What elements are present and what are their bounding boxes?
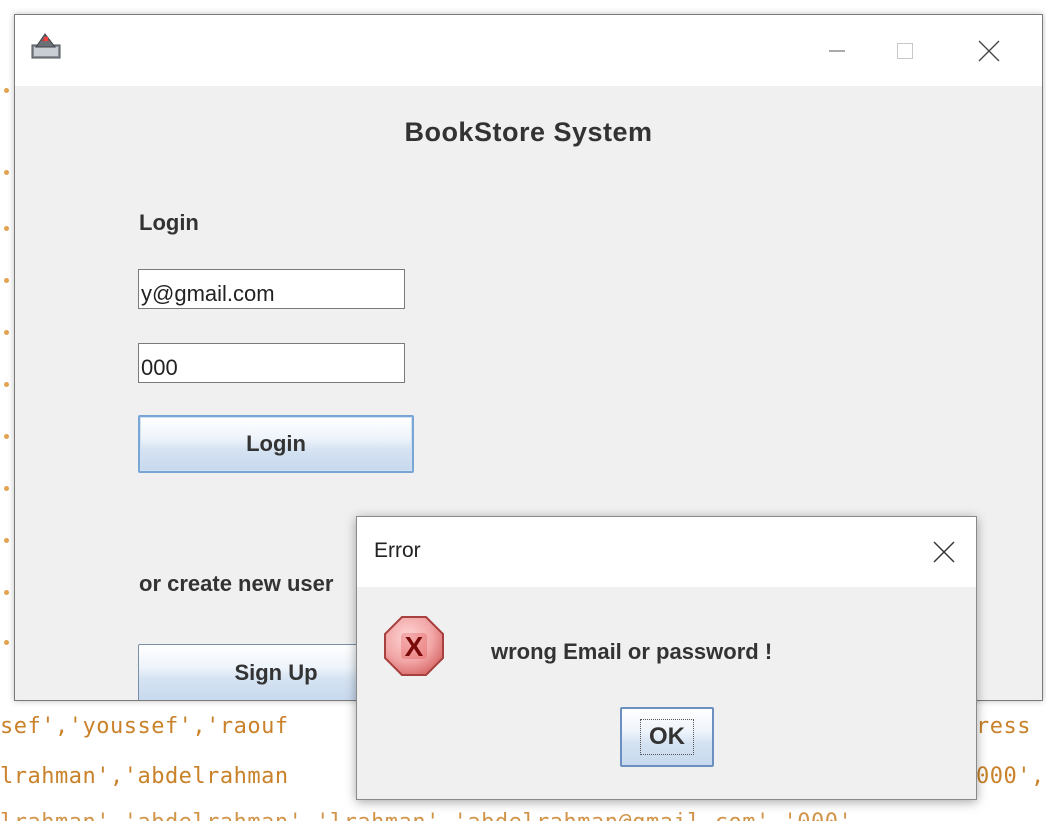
gutter-marker xyxy=(4,382,9,387)
maximize-icon xyxy=(897,42,913,59)
minimize-button[interactable] xyxy=(805,15,869,86)
email-field[interactable] xyxy=(138,269,405,309)
ok-button[interactable]: OK xyxy=(620,707,714,767)
code-line-fragment: ress xyxy=(976,714,1031,739)
dialog-title-bar: Error xyxy=(357,517,976,587)
create-user-label: or create new user xyxy=(139,571,334,596)
close-icon xyxy=(933,541,955,563)
java-app-icon xyxy=(31,33,61,59)
gutter-marker xyxy=(4,226,9,231)
gutter-marker xyxy=(4,590,9,595)
close-icon xyxy=(978,40,1000,61)
code-line: lrahman','abdelrahman','lrahman','abdelr… xyxy=(0,810,852,821)
close-button[interactable] xyxy=(957,15,1021,86)
code-line-fragment: 000', xyxy=(976,764,1045,789)
gutter-marker xyxy=(4,330,9,335)
gutter-marker xyxy=(4,434,9,439)
code-line: sef','youssef','raouf xyxy=(0,714,289,739)
login-button[interactable]: Login xyxy=(138,415,414,473)
ok-button-label: OK xyxy=(649,723,685,750)
title-bar xyxy=(15,15,1042,86)
maximize-button[interactable] xyxy=(873,15,937,86)
password-field[interactable] xyxy=(138,343,405,383)
gutter-marker xyxy=(4,640,9,645)
gutter-marker xyxy=(4,88,9,93)
error-x-icon: X xyxy=(384,616,444,676)
gutter-marker xyxy=(4,170,9,175)
gutter-marker xyxy=(4,538,9,543)
gutter-marker xyxy=(4,278,9,283)
login-heading: Login xyxy=(139,210,199,235)
desktop: sef','youssef','raouf lrahman','abdelrah… xyxy=(0,0,1046,821)
app-title: BookStore System xyxy=(404,117,653,147)
dialog-title: Error xyxy=(374,539,421,562)
error-dialog: Error X wrong Email or password ! OK xyxy=(356,516,977,800)
error-message: wrong Email or password ! xyxy=(491,639,773,664)
minimize-icon xyxy=(829,50,845,51)
dialog-close-button[interactable] xyxy=(912,517,976,587)
code-line: lrahman','abdelrahman xyxy=(0,764,289,789)
gutter-marker xyxy=(4,486,9,491)
svg-text:X: X xyxy=(405,631,424,662)
